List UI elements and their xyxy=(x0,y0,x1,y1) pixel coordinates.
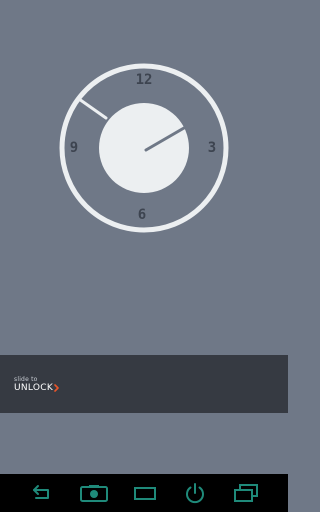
lock-screen: 12 3 6 9 slide to UNLOCK xyxy=(0,0,288,512)
multi-window-button[interactable] xyxy=(231,480,261,506)
power-button[interactable] xyxy=(180,480,210,506)
analog-clock: 12 3 6 9 xyxy=(59,63,229,233)
power-icon xyxy=(186,483,204,504)
recent-apps-button[interactable] xyxy=(130,480,160,506)
unlock-row: UNLOCK xyxy=(14,383,59,393)
numeral-6: 6 xyxy=(138,207,146,223)
multi-window-icon xyxy=(234,484,258,502)
camera-button[interactable] xyxy=(79,480,109,506)
numeral-12: 12 xyxy=(136,72,153,88)
numeral-9: 9 xyxy=(70,140,78,156)
hour-hand xyxy=(77,97,108,120)
recent-apps-icon xyxy=(134,487,156,500)
numeral-3: 3 xyxy=(208,140,216,156)
unlock-label: UNLOCK xyxy=(14,383,54,393)
back-button[interactable] xyxy=(28,480,58,506)
navigation-bar xyxy=(0,474,288,512)
unlock-bar: slide to UNLOCK xyxy=(0,355,288,413)
chevron-right-icon xyxy=(54,384,59,392)
back-icon xyxy=(33,485,49,499)
clock-face xyxy=(99,103,189,193)
slide-to-unlock-handle[interactable]: slide to UNLOCK xyxy=(14,377,59,393)
camera-icon xyxy=(80,485,108,502)
